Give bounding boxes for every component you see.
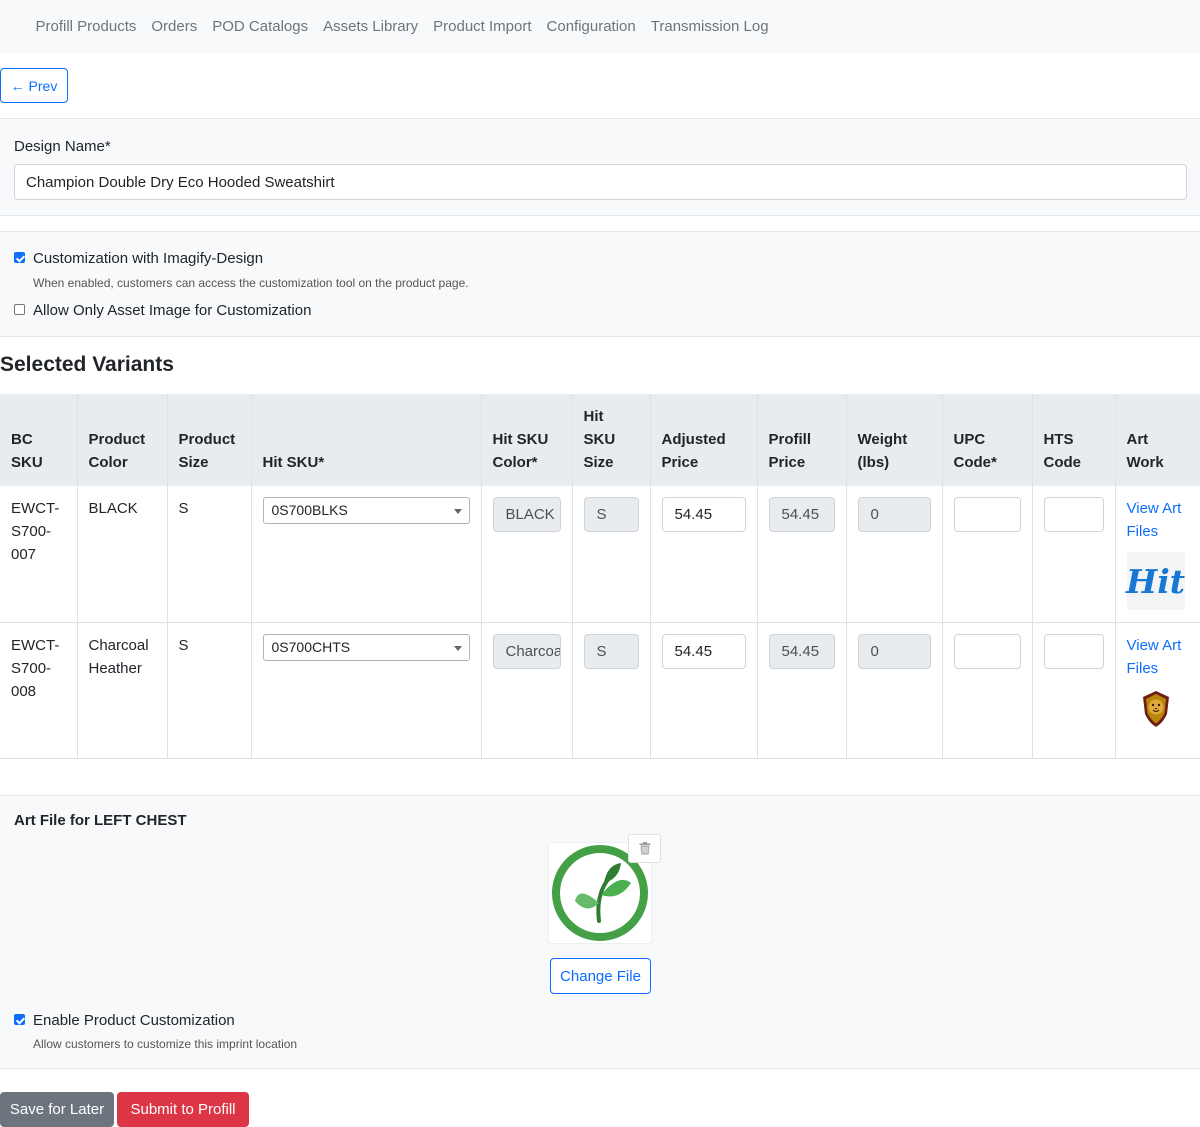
trash-icon — [639, 842, 650, 855]
cell-hit-sku: 0S700BLKS — [251, 486, 482, 623]
cell-hts-code — [1032, 486, 1116, 623]
cell-adjusted-price: 54.45 — [650, 486, 758, 623]
nav-assets-library[interactable]: Assets Library — [323, 18, 418, 35]
design-name-card: Design Name* Champion Double Dry Eco Hoo… — [0, 118, 1200, 216]
weight-field: 0 — [857, 633, 931, 669]
cell-adjusted-price: 54.45 — [650, 622, 758, 759]
imagify-label: Customization with Imagify-Design — [33, 250, 264, 267]
hts-code-input[interactable] — [1043, 497, 1104, 532]
col-upc-code: UPC Code* — [942, 394, 1033, 486]
design-name-input[interactable]: Champion Double Dry Eco Hooded Sweatshir… — [14, 164, 1187, 200]
hit-sku-size-field: S — [583, 497, 639, 532]
chevron-down-icon — [453, 509, 462, 514]
profill-price-field: 54.45 — [768, 633, 835, 669]
top-nav: Profill Products Orders POD Catalogs Ass… — [0, 0, 1200, 53]
cell-art-work: View Art Files — [1115, 622, 1200, 759]
nav-product-import[interactable]: Product Import — [433, 18, 531, 35]
cell-bc-sku: EWCT-S700-008 — [0, 622, 78, 759]
submit-to-profill-button[interactable]: Submit to Profill — [117, 1092, 249, 1127]
nav-profill-products[interactable]: Profill Products — [36, 18, 137, 35]
hit-sku-select-value: 0S700CHTS — [271, 638, 351, 655]
cell-hts-code — [1032, 622, 1116, 759]
adjusted-price-input[interactable]: 54.45 — [661, 633, 746, 669]
prev-button[interactable]: ← Prev — [0, 68, 68, 103]
enable-customization-help: Allow customers to customize this imprin… — [33, 1037, 298, 1051]
art-file-card: Art File for LEFT CHEST Change File Enab… — [0, 795, 1200, 1069]
upc-code-input[interactable] — [953, 633, 1021, 669]
hit-sku-select[interactable]: 0S700BLKS — [262, 497, 470, 524]
hit-sku-select[interactable]: 0S700CHTS — [262, 633, 470, 661]
col-adjusted-price: Adjusted Price — [650, 394, 758, 486]
hit-sku-color-field: BLACK — [492, 497, 561, 532]
art-file-title: Art File for LEFT CHEST — [14, 812, 187, 829]
cell-profill-price: 54.45 — [757, 622, 847, 759]
imagify-checkbox[interactable] — [14, 252, 25, 263]
cell-hit-sku-size: S — [572, 622, 651, 759]
cell-hit-sku: 0S700CHTS — [251, 622, 482, 759]
col-bc-sku: BC SKU — [0, 394, 78, 486]
nav-pod-catalogs[interactable]: POD Catalogs — [212, 18, 308, 35]
asset-only-checkbox[interactable] — [14, 304, 25, 315]
customization-card: Customization with Imagify-Design When e… — [0, 231, 1200, 337]
col-product-color: Product Color — [77, 394, 168, 486]
col-weight: Weight (lbs) — [846, 394, 943, 486]
upc-code-input[interactable] — [953, 497, 1021, 532]
cell-bc-sku: EWCT-S700-007 — [0, 486, 78, 623]
enable-customization-checkbox[interactable] — [14, 1014, 25, 1025]
cell-weight: 0 — [846, 486, 943, 623]
cell-weight: 0 — [846, 622, 943, 759]
col-hit-sku: Hit SKU* — [251, 394, 482, 486]
cell-upc-code — [942, 622, 1033, 759]
imagify-help: When enabled, customers can access the c… — [33, 276, 469, 290]
col-profill-price: Profill Price — [757, 394, 847, 486]
view-art-files-link[interactable]: View Art Files — [1127, 634, 1190, 680]
delete-art-file-button[interactable] — [628, 834, 661, 863]
save-for-later-button[interactable]: Save for Later — [0, 1092, 114, 1127]
hit-sku-select-value: 0S700BLKS — [271, 502, 348, 518]
cell-product-size: S — [167, 486, 252, 623]
table-row: EWCT-S700-007 BLACK S 0S700BLKS BLACK S … — [0, 486, 1200, 623]
chevron-down-icon — [453, 645, 462, 651]
nav-orders[interactable]: Orders — [151, 18, 197, 35]
view-art-files-link[interactable]: View Art Files — [1127, 497, 1190, 543]
profill-price-field: 54.45 — [768, 497, 835, 532]
cell-product-color: Charcoal Heather — [77, 622, 168, 759]
cell-hit-sku-color: Charcoal Heather — [481, 622, 573, 759]
cell-hit-sku-color: BLACK — [481, 486, 573, 623]
variants-header-row: BC SKU Product Color Product Size Hit SK… — [0, 394, 1200, 486]
lion-crest-icon — [1127, 689, 1185, 729]
asset-only-label: Allow Only Asset Image for Customization — [33, 302, 312, 319]
cell-product-size: S — [167, 622, 252, 759]
change-file-button[interactable]: Change File — [550, 958, 651, 994]
hts-code-input[interactable] — [1043, 633, 1104, 669]
cell-product-color: BLACK — [77, 486, 168, 623]
hit-sku-size-field: S — [583, 633, 639, 669]
variants-table: BC SKU Product Color Product Size Hit SK… — [0, 394, 1200, 759]
col-hts-code: HTS Code — [1032, 394, 1116, 486]
cell-profill-price: 54.45 — [757, 486, 847, 623]
hit-logo-icon: Hit — [1126, 552, 1185, 610]
col-hit-sku-color: Hit SKU Color* — [481, 394, 573, 486]
table-row: EWCT-S700-008 Charcoal Heather S 0S700CH… — [0, 622, 1200, 759]
nav-configuration[interactable]: Configuration — [547, 18, 636, 35]
cell-art-work: View Art Files Hit — [1115, 486, 1200, 623]
cell-hit-sku-size: S — [572, 486, 651, 623]
nav-transmission-log[interactable]: Transmission Log — [651, 18, 769, 35]
adjusted-price-input[interactable]: 54.45 — [661, 497, 746, 532]
col-hit-sku-size: Hit SKU Size — [572, 394, 651, 486]
selected-variants-title: Selected Variants — [0, 353, 174, 376]
col-product-size: Product Size — [167, 394, 252, 486]
hit-sku-color-field: Charcoal Heather — [492, 633, 561, 669]
weight-field: 0 — [857, 497, 931, 532]
enable-customization-label: Enable Product Customization — [33, 1012, 235, 1029]
cell-upc-code — [942, 486, 1033, 623]
col-art-work: Art Work — [1115, 394, 1200, 486]
design-name-label: Design Name* — [14, 138, 111, 155]
